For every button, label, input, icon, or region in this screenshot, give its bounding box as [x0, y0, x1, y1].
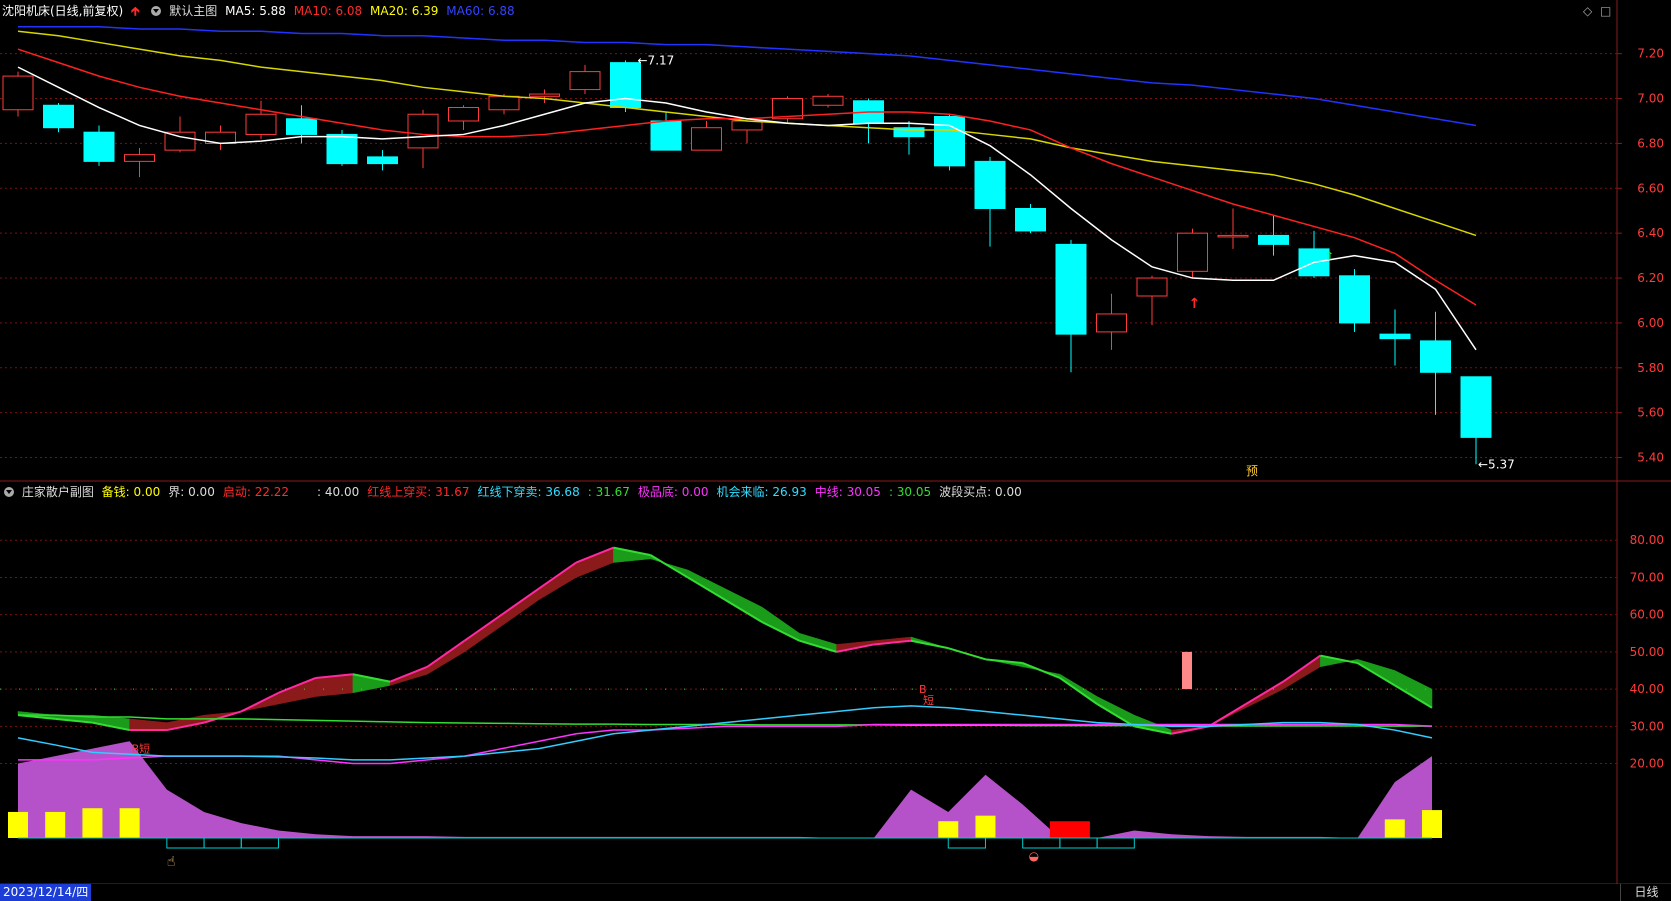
- date-label: 2023/12/14/四: [0, 884, 92, 901]
- green-arrow-icon: ⇧: [1324, 249, 1334, 263]
- ribbon-edge: [1208, 703, 1247, 728]
- candle-body: [2, 75, 34, 111]
- red-block: [1049, 821, 1090, 838]
- candle-body: [1096, 313, 1127, 333]
- candle-body: [83, 131, 115, 162]
- yellow-bar: [119, 808, 140, 838]
- candle-body: [1055, 243, 1087, 335]
- pre-marker-label: 预: [1246, 464, 1258, 478]
- ribbon-edge: [650, 554, 689, 579]
- yellow-bar: [1422, 810, 1442, 838]
- candle-body: [245, 113, 277, 135]
- indicator-tick-label: 40.00: [1630, 682, 1664, 696]
- ribbon-edge: [910, 639, 949, 650]
- candle-body: [43, 104, 74, 129]
- buy-arrow-icon: ↑: [1189, 296, 1201, 312]
- indicator-tick-label: 20.00: [1630, 757, 1664, 771]
- ma10-line: [17, 48, 1477, 306]
- ribbon-segment: [129, 718, 168, 731]
- price-tick-label: 6.40: [1637, 226, 1664, 240]
- candle-body: [164, 131, 196, 151]
- ribbon-edge: [1059, 677, 1098, 705]
- candle-body: [286, 118, 317, 135]
- candle-body: [1339, 275, 1370, 324]
- cyan-box: [203, 837, 242, 849]
- indicator-tick-label: 60.00: [1630, 608, 1664, 622]
- price-tick-label: 5.60: [1637, 406, 1664, 420]
- ribbon-segment: [575, 547, 614, 578]
- low-price-label: ←5.37: [1478, 457, 1515, 471]
- indicator-tick-label: 70.00: [1630, 570, 1664, 584]
- yellow-bar: [82, 808, 103, 838]
- candle-body: [812, 95, 844, 106]
- ribbon-segment: [166, 714, 205, 731]
- cyan-box: [1096, 837, 1135, 849]
- candle-body: [326, 133, 358, 165]
- cyan-box: [1059, 837, 1098, 849]
- candle-body: [1177, 232, 1208, 272]
- ribbon-edge: [947, 647, 986, 661]
- ribbon-segment: [538, 562, 577, 601]
- candle-body: [529, 93, 560, 97]
- chart-area[interactable]: 7.20 7.00 6.80 6.60 6.40 6.20 6.00 5.80 5.60 5.40…: [0, 0, 1671, 884]
- price-tick-label: 7.20: [1637, 47, 1664, 61]
- candle-body: [1015, 207, 1046, 232]
- ma60-line: [18, 25, 1477, 127]
- candle-body: [691, 127, 722, 151]
- b-marker-label: B短: [132, 742, 151, 756]
- yellow-bar: [938, 821, 959, 838]
- candle-body: [407, 113, 439, 149]
- wifi-icon: ◒: [1029, 849, 1039, 863]
- candle-body: [124, 154, 155, 162]
- ma5-line: [17, 66, 1477, 351]
- indicator-tick-label: 80.00: [1630, 533, 1664, 547]
- price-tick-label: 6.60: [1637, 181, 1664, 195]
- candle-body: [650, 120, 682, 151]
- candle-body: [731, 120, 763, 131]
- candle-body: [934, 115, 965, 167]
- candle-body: [1420, 340, 1451, 373]
- indicator-tick-label: 50.00: [1630, 645, 1664, 659]
- price-tick-label: 6.20: [1637, 271, 1664, 285]
- pink-bar: [1182, 651, 1192, 690]
- ribbon-segment: [724, 588, 763, 623]
- ribbon-segment: [613, 547, 651, 563]
- candle-body: [610, 62, 641, 109]
- yellow-bar: [45, 811, 66, 838]
- price-tick-label: 5.80: [1637, 361, 1664, 375]
- period-selector[interactable]: 日线: [1620, 884, 1671, 901]
- candle-body: [1379, 333, 1411, 340]
- candle-body: [569, 71, 601, 91]
- indicator-tick-label: 30.00: [1630, 719, 1664, 733]
- price-tick-label: 5.40: [1637, 451, 1664, 465]
- price-tick-label: 7.00: [1637, 92, 1664, 106]
- magenta-line: [18, 723, 1433, 765]
- yellow-bar: [975, 815, 996, 838]
- candle-body: [1136, 277, 1168, 297]
- candle-body: [1258, 234, 1289, 245]
- candle-body: [974, 160, 1006, 209]
- ribbon-segment: [501, 588, 540, 627]
- ribbon-edge: [1245, 680, 1284, 705]
- yellow-bar: [1384, 819, 1405, 838]
- cyan-box: [947, 837, 986, 849]
- high-price-label: ←7.17: [638, 53, 675, 67]
- price-tick-label: 6.80: [1637, 136, 1664, 150]
- ribbon-edge: [1022, 662, 1061, 679]
- short-marker-label: 短: [923, 693, 934, 707]
- candle-body: [1460, 376, 1492, 438]
- hand-icon: ☝: [167, 854, 176, 870]
- cyan-box: [240, 837, 279, 849]
- cyan-box: [1022, 837, 1061, 849]
- candle-body: [367, 156, 398, 165]
- price-tick-label: 6.00: [1637, 316, 1664, 330]
- yellow-bar: [8, 811, 28, 838]
- candle-body: [488, 95, 520, 111]
- candle-body: [448, 107, 479, 122]
- cyan-box: [166, 837, 205, 849]
- ribbon-segment: [464, 614, 502, 653]
- candle-body: [1217, 234, 1249, 238]
